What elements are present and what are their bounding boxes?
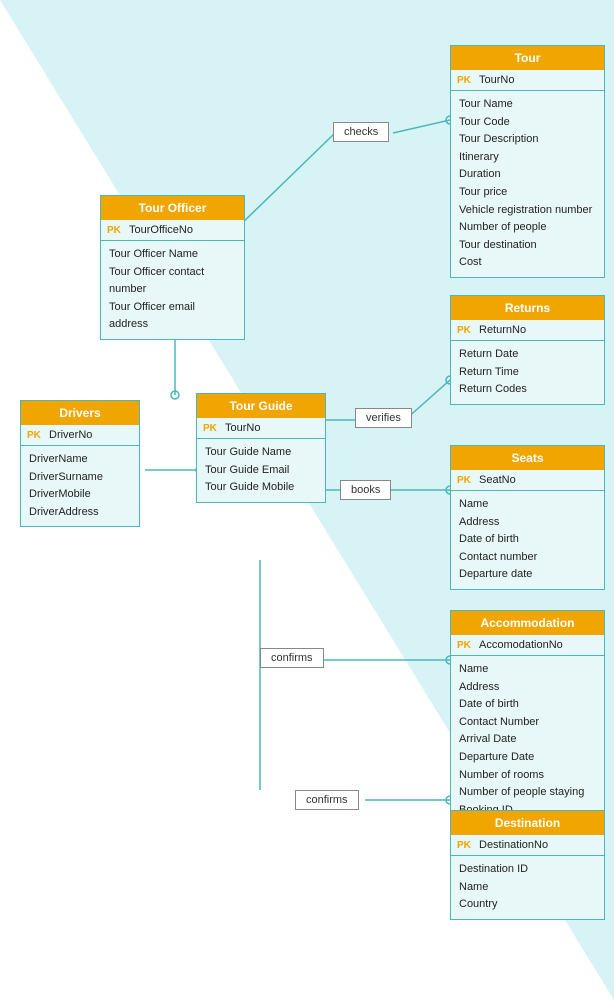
- accommodation-pk-label: PK: [457, 639, 479, 651]
- accommodation-pk-field: AccomodationNo: [479, 639, 563, 651]
- seats-field-3: Date of birth: [459, 531, 596, 549]
- seats-field-4: Contact number: [459, 549, 596, 567]
- dest-field-2: Name: [459, 879, 596, 897]
- tour-officer-pk-label: PK: [107, 224, 129, 236]
- dest-field-3: Country: [459, 896, 596, 914]
- entity-returns: Returns PK ReturnNo Return Date Return T…: [450, 295, 605, 405]
- tour-field-2: Tour Code: [459, 114, 596, 132]
- entity-accommodation: Accommodation PK AccomodationNo Name Add…: [450, 610, 605, 825]
- tour-field-9: Tour destination: [459, 237, 596, 255]
- destination-pk-field: DestinationNo: [479, 839, 548, 851]
- tour-guide-field-3: Tour Guide Mobile: [205, 479, 317, 497]
- accomm-field-2: Address: [459, 679, 596, 697]
- entity-returns-body: Return Date Return Time Return Codes: [451, 341, 604, 404]
- returns-pk-label: PK: [457, 324, 479, 336]
- seats-field-5: Departure date: [459, 566, 596, 584]
- tour-guide-pk-field: TourNo: [225, 422, 260, 434]
- drivers-pk-label: PK: [27, 429, 49, 441]
- tour-officer-field-3: Tour Officer email address: [109, 299, 236, 334]
- tour-officer-field-2: Tour Officer contact number: [109, 264, 236, 299]
- entity-accommodation-header: Accommodation: [451, 611, 604, 635]
- accomm-field-3: Date of birth: [459, 696, 596, 714]
- tour-pk-field: TourNo: [479, 74, 514, 86]
- tour-guide-pk-label: PK: [203, 422, 225, 434]
- tour-field-5: Duration: [459, 166, 596, 184]
- entity-seats-body: Name Address Date of birth Contact numbe…: [451, 491, 604, 589]
- relation-confirms2: confirms: [295, 790, 359, 810]
- entity-drivers-body: DriverName DriverSurname DriverMobile Dr…: [21, 446, 139, 526]
- relation-books: books: [340, 480, 391, 500]
- destination-pk-label: PK: [457, 839, 479, 851]
- entity-tour-officer-pk-row: PK TourOfficeNo: [101, 220, 244, 241]
- entity-seats: Seats PK SeatNo Name Address Date of bir…: [450, 445, 605, 590]
- returns-pk-field: ReturnNo: [479, 324, 526, 336]
- tour-guide-field-1: Tour Guide Name: [205, 444, 317, 462]
- drivers-field-3: DriverMobile: [29, 486, 131, 504]
- returns-field-2: Return Time: [459, 364, 596, 382]
- entity-destination-body: Destination ID Name Country: [451, 856, 604, 919]
- entity-tour-guide-header: Tour Guide: [197, 394, 325, 418]
- tour-field-10: Cost: [459, 254, 596, 272]
- seats-field-2: Address: [459, 514, 596, 532]
- entity-accommodation-body: Name Address Date of birth Contact Numbe…: [451, 656, 604, 824]
- entity-tour-body: Tour Name Tour Code Tour Description Iti…: [451, 91, 604, 277]
- seats-pk-field: SeatNo: [479, 474, 516, 486]
- entity-destination-header: Destination: [451, 811, 604, 835]
- accomm-field-8: Number of people staying: [459, 784, 596, 802]
- entity-tour-guide-pk-row: PK TourNo: [197, 418, 325, 439]
- entity-tour-officer: Tour Officer PK TourOfficeNo Tour Office…: [100, 195, 245, 340]
- relation-verifies: verifies: [355, 408, 412, 428]
- tour-field-3: Tour Description: [459, 131, 596, 149]
- entity-accommodation-pk-row: PK AccomodationNo: [451, 635, 604, 656]
- entity-tour-officer-body: Tour Officer Name Tour Officer contact n…: [101, 241, 244, 339]
- entity-returns-pk-row: PK ReturnNo: [451, 320, 604, 341]
- tour-field-7: Vehicle registration number: [459, 202, 596, 220]
- relation-checks: checks: [333, 122, 389, 142]
- drivers-pk-field: DriverNo: [49, 429, 92, 441]
- entity-drivers-header: Drivers: [21, 401, 139, 425]
- entity-tour-header: Tour: [451, 46, 604, 70]
- entity-tour-guide-body: Tour Guide Name Tour Guide Email Tour Gu…: [197, 439, 325, 502]
- tour-officer-pk-field: TourOfficeNo: [129, 224, 193, 236]
- accomm-field-6: Departure Date: [459, 749, 596, 767]
- returns-field-3: Return Codes: [459, 381, 596, 399]
- tour-officer-field-1: Tour Officer Name: [109, 246, 236, 264]
- tour-pk-label: PK: [457, 74, 479, 86]
- accomm-field-4: Contact Number: [459, 714, 596, 732]
- tour-field-4: Itinerary: [459, 149, 596, 167]
- tour-field-6: Tour price: [459, 184, 596, 202]
- entity-destination: Destination PK DestinationNo Destination…: [450, 810, 605, 920]
- entity-seats-pk-row: PK SeatNo: [451, 470, 604, 491]
- diagram-container: Tour PK TourNo Tour Name Tour Code Tour …: [0, 0, 614, 1000]
- entity-drivers-pk-row: PK DriverNo: [21, 425, 139, 446]
- entity-destination-pk-row: PK DestinationNo: [451, 835, 604, 856]
- returns-field-1: Return Date: [459, 346, 596, 364]
- dest-field-1: Destination ID: [459, 861, 596, 879]
- tour-field-8: Number of people: [459, 219, 596, 237]
- tour-guide-field-2: Tour Guide Email: [205, 462, 317, 480]
- relation-confirms1: confirms: [260, 648, 324, 668]
- seats-pk-label: PK: [457, 474, 479, 486]
- drivers-field-1: DriverName: [29, 451, 131, 469]
- drivers-field-2: DriverSurname: [29, 469, 131, 487]
- entity-seats-header: Seats: [451, 446, 604, 470]
- drivers-field-4: DriverAddress: [29, 504, 131, 522]
- accomm-field-1: Name: [459, 661, 596, 679]
- seats-field-1: Name: [459, 496, 596, 514]
- accomm-field-5: Arrival Date: [459, 731, 596, 749]
- entity-tour-pk-row: PK TourNo: [451, 70, 604, 91]
- entity-tour-guide: Tour Guide PK TourNo Tour Guide Name Tou…: [196, 393, 326, 503]
- accomm-field-7: Number of rooms: [459, 767, 596, 785]
- entity-returns-header: Returns: [451, 296, 604, 320]
- entity-drivers: Drivers PK DriverNo DriverName DriverSur…: [20, 400, 140, 527]
- entity-tour-officer-header: Tour Officer: [101, 196, 244, 220]
- entity-tour: Tour PK TourNo Tour Name Tour Code Tour …: [450, 45, 605, 278]
- tour-field-1: Tour Name: [459, 96, 596, 114]
